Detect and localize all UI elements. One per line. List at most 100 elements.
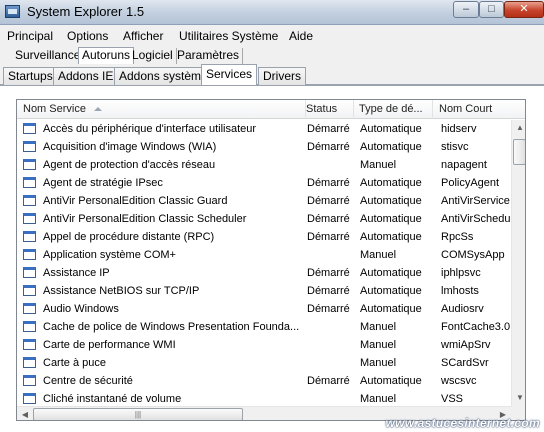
table-row[interactable]: Acquisition d'image Windows (WIA) Démarré… bbox=[17, 138, 511, 156]
cell-startup-type: Automatique bbox=[360, 231, 422, 243]
cell-startup-type: Manuel bbox=[360, 159, 397, 171]
menu-afficher[interactable]: Afficher bbox=[123, 29, 163, 43]
service-window-icon bbox=[23, 321, 36, 332]
cell-status bbox=[307, 336, 363, 354]
cell-short-name: VSS bbox=[441, 393, 464, 405]
cell-startup-type: Automatique bbox=[360, 141, 422, 153]
cell-startup-type: Manuel bbox=[360, 357, 397, 369]
table-row[interactable]: Accès du périphérique d'interface utilis… bbox=[17, 120, 511, 138]
title-bar[interactable]: System Explorer 1.5 – □ ✕ bbox=[0, 0, 544, 25]
tab-autoruns[interactable]: Autoruns bbox=[78, 47, 135, 64]
vertical-scroll-thumb[interactable] bbox=[513, 139, 525, 165]
table-row[interactable]: Agent de protection d'accès réseau Manuel… bbox=[17, 156, 511, 174]
cell-status bbox=[307, 318, 363, 336]
table-row[interactable]: Carte de performance WMI Manuel wmiApSrv bbox=[17, 336, 511, 354]
cell-service-name: Centre de sécurité bbox=[43, 375, 133, 387]
scroll-up-icon[interactable]: ▲ bbox=[512, 120, 525, 136]
cell-short-name: COMSysApp bbox=[441, 249, 505, 261]
sort-ascending-icon bbox=[93, 107, 102, 112]
close-button[interactable]: ✕ bbox=[504, 1, 544, 18]
service-window-icon bbox=[23, 195, 36, 206]
cell-status bbox=[307, 354, 363, 372]
cell-startup-type: Automatique bbox=[360, 285, 422, 297]
cell-service-name: Cache de police de Windows Presentation … bbox=[43, 321, 300, 333]
window-title: System Explorer 1.5 bbox=[27, 4, 145, 19]
horizontal-scroll-thumb[interactable]: ||| bbox=[33, 408, 243, 420]
cell-startup-type: Automatique bbox=[360, 123, 422, 135]
app-window: System Explorer 1.5 – □ ✕ Principal Opti… bbox=[0, 0, 544, 432]
table-row[interactable]: Agent de stratégie IPsec Démarré Automatiq… bbox=[17, 174, 511, 192]
menu-utilitaires-systeme[interactable]: Utilitaires Système bbox=[179, 29, 278, 43]
cell-startup-type: Automatique bbox=[360, 213, 422, 225]
tab-surveillance[interactable]: Surveillance bbox=[12, 48, 85, 64]
cell-short-name: SCardSvr bbox=[441, 357, 489, 369]
menu-principal[interactable]: Principal bbox=[7, 29, 53, 43]
services-list[interactable]: Nom Service Status Type de dé... Nom Cou… bbox=[16, 99, 526, 421]
list-header: Nom Service Status Type de dé... Nom Cou… bbox=[17, 100, 525, 119]
cell-service-name: Audio Windows bbox=[43, 303, 119, 315]
menu-options[interactable]: Options bbox=[67, 29, 108, 43]
table-row[interactable]: Centre de sécurité Démarré Automatique wscs… bbox=[17, 372, 511, 390]
column-header-type-demarrage[interactable]: Type de dé... bbox=[353, 100, 433, 119]
table-row[interactable]: Appel de procédure distante (RPC) Démarré… bbox=[17, 228, 511, 246]
service-window-icon bbox=[23, 141, 36, 152]
maximize-button[interactable]: □ bbox=[479, 1, 504, 18]
cell-startup-type: Manuel bbox=[360, 321, 397, 333]
cell-service-name: AntiVir PersonalEdition Classic Guard bbox=[43, 195, 228, 207]
minimize-button[interactable]: – bbox=[453, 1, 479, 18]
cell-startup-type: Manuel bbox=[360, 393, 397, 405]
cell-short-name: AntiVirSchedul bbox=[441, 213, 511, 225]
cell-short-name: wscsvc bbox=[441, 375, 477, 387]
cell-service-name: AntiVir PersonalEdition Classic Schedule… bbox=[43, 213, 247, 225]
tab-parametres[interactable]: Paramètres bbox=[174, 48, 244, 64]
cell-status: Démarré bbox=[307, 177, 350, 189]
cell-service-name: Agent de protection d'accès réseau bbox=[43, 159, 216, 171]
cell-short-name: iphlpsvc bbox=[441, 267, 481, 279]
scroll-left-icon[interactable]: ◀ bbox=[17, 407, 33, 420]
cell-status: Démarré bbox=[307, 303, 350, 315]
column-header-nom-service[interactable]: Nom Service bbox=[17, 100, 306, 119]
table-row[interactable]: Cache de police de Windows Presentation … bbox=[17, 318, 511, 336]
service-window-icon bbox=[23, 285, 36, 296]
cell-service-name: Cliché instantané de volume bbox=[43, 393, 182, 405]
column-header-status[interactable]: Status bbox=[300, 100, 354, 119]
column-header-nom-court[interactable]: Nom Court bbox=[433, 100, 525, 119]
watermark: www.astucesinternet.com bbox=[385, 416, 540, 430]
vertical-scrollbar[interactable]: ▲ ▼ bbox=[511, 120, 525, 406]
service-window-icon bbox=[23, 339, 36, 350]
tab-addons-systeme[interactable]: Addons système bbox=[114, 67, 213, 85]
service-window-icon bbox=[23, 357, 36, 368]
table-row[interactable]: AntiVir PersonalEdition Classic Guard Dém… bbox=[17, 192, 511, 210]
cell-startup-type: Automatique bbox=[360, 267, 422, 279]
table-row[interactable]: Audio Windows Démarré Automatique Audiosrv bbox=[17, 300, 511, 318]
cell-startup-type: Automatique bbox=[360, 177, 422, 189]
cell-short-name: AntiVirService bbox=[441, 195, 510, 207]
table-row[interactable]: Assistance IP Démarré Automatique iphlpsvc bbox=[17, 264, 511, 282]
table-row[interactable]: Cliché instantané de volume Manuel VSS bbox=[17, 390, 511, 406]
cell-startup-type: Automatique bbox=[360, 303, 422, 315]
service-window-icon bbox=[23, 159, 36, 170]
cell-short-name: napagent bbox=[441, 159, 487, 171]
cell-status: Démarré bbox=[307, 141, 350, 153]
cell-service-name: Carte de performance WMI bbox=[43, 339, 176, 351]
tab-addons-ie[interactable]: Addons IE bbox=[53, 67, 119, 85]
top-tabs: Surveillance Autoruns Logiciel Paramètre… bbox=[0, 46, 544, 64]
app-icon[interactable] bbox=[5, 5, 20, 18]
cell-service-name: Accès du périphérique d'interface utilis… bbox=[43, 123, 257, 135]
cell-status: Démarré bbox=[307, 285, 350, 297]
tab-startups[interactable]: Startups bbox=[3, 67, 58, 85]
tab-logiciel[interactable]: Logiciel bbox=[129, 48, 177, 64]
cell-status bbox=[307, 246, 363, 264]
service-window-icon bbox=[23, 213, 36, 224]
table-row[interactable]: AntiVir PersonalEdition Classic Schedule… bbox=[17, 210, 511, 228]
tab-services[interactable]: Services bbox=[201, 64, 258, 85]
table-row[interactable]: Carte à puce Manuel SCardSvr bbox=[17, 354, 511, 372]
table-row[interactable]: Application système COM+ Manuel COMSysApp bbox=[17, 246, 511, 264]
column-label: Nom Service bbox=[23, 103, 86, 115]
menu-aide[interactable]: Aide bbox=[289, 29, 313, 43]
service-window-icon bbox=[23, 249, 36, 260]
scroll-down-icon[interactable]: ▼ bbox=[512, 390, 525, 406]
table-row[interactable]: Assistance NetBIOS sur TCP/IP Démarré Auto… bbox=[17, 282, 511, 300]
cell-service-name: Agent de stratégie IPsec bbox=[43, 177, 163, 189]
tab-drivers[interactable]: Drivers bbox=[258, 67, 306, 85]
